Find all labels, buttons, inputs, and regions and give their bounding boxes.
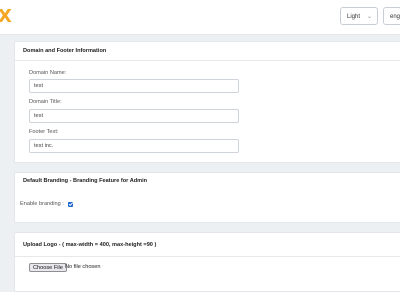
- branding-card: Default Branding - Branding Feature for …: [14, 172, 400, 223]
- domain-name-field[interactable]: test: [29, 79, 239, 93]
- enable-branding-checkbox[interactable]: [68, 202, 73, 207]
- domain-name-label: Domain Name:: [29, 70, 67, 76]
- card-title: Upload Logo - ( max-width = 400, max-hei…: [23, 242, 157, 248]
- upload-logo-card: Upload Logo - ( max-width = 400, max-hei…: [14, 232, 400, 292]
- language-select[interactable]: eng: [383, 7, 400, 25]
- domain-footer-card: Domain and Footer Information Domain Nam…: [14, 41, 400, 163]
- domain-title-field[interactable]: test: [29, 109, 239, 123]
- footer-text-field[interactable]: test inc.: [29, 139, 239, 153]
- theme-select-value: Light: [347, 14, 361, 20]
- file-status-text: No file chosen: [65, 264, 101, 270]
- footer-text-label: Footer Text:: [29, 129, 59, 135]
- card-divider: [15, 256, 400, 257]
- card-divider: [15, 60, 400, 61]
- top-bar: X Light ⌄ eng: [0, 0, 400, 35]
- theme-select[interactable]: Light ⌄: [340, 7, 378, 25]
- card-title: Domain and Footer Information: [23, 48, 107, 54]
- card-title: Default Branding - Branding Feature for …: [23, 178, 148, 184]
- language-select-value: eng: [390, 14, 400, 20]
- enable-branding-label: Enable branding :: [20, 201, 64, 207]
- domain-title-label: Domain Title:: [29, 99, 62, 105]
- choose-file-button[interactable]: Choose File: [29, 263, 67, 272]
- chevron-down-icon: ⌄: [366, 14, 372, 20]
- app-logo[interactable]: X: [0, 6, 12, 27]
